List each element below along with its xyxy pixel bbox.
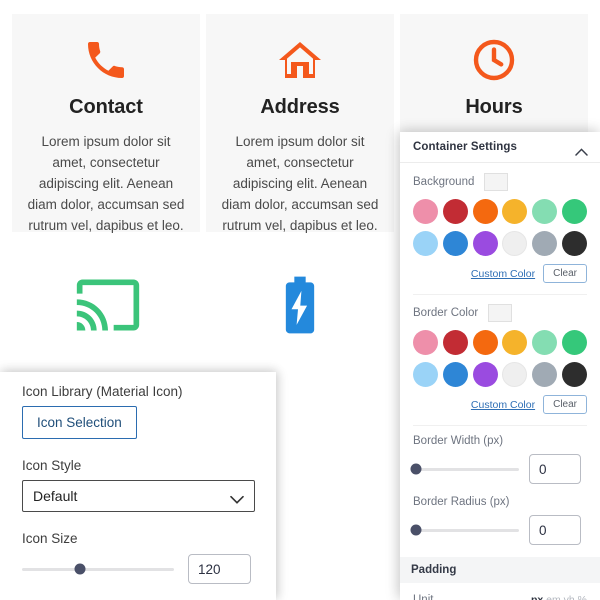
icon-library-label: Icon Library (Material Icon) <box>22 384 183 399</box>
background-swatch-3[interactable] <box>502 199 528 224</box>
icon-style-label: Icon Style <box>22 458 82 473</box>
card-title: Hours <box>465 96 523 118</box>
padding-unit-row: Unit px em vh % <box>413 594 587 600</box>
border-radius-label: Border Radius (px) <box>413 496 510 508</box>
border-color-swatch-7[interactable] <box>442 362 468 387</box>
icon-size-label: Icon Size <box>22 531 78 546</box>
background-swatch-4[interactable] <box>531 199 557 224</box>
border-color-swatch-9[interactable] <box>502 362 528 387</box>
border-width-slider[interactable] <box>410 461 519 477</box>
divider <box>413 294 587 295</box>
info-card-address[interactable]: Address Lorem ipsum dolor sit amet, cons… <box>206 14 394 233</box>
chevron-down-icon <box>230 492 244 504</box>
unit-option-active[interactable]: px <box>531 594 543 600</box>
unit-label: Unit <box>413 594 434 600</box>
unit-options-inactive[interactable]: em vh % <box>546 594 587 600</box>
border-color-label: Border Color <box>413 307 479 319</box>
border-color-swatch-2[interactable] <box>472 330 498 355</box>
border-color-swatch-8[interactable] <box>472 362 498 387</box>
border-width-input[interactable]: 0 <box>529 454 581 484</box>
border-radius-row: 0 <box>410 515 587 545</box>
background-actions: Custom Color Clear <box>413 264 587 283</box>
border-color-swatch-1[interactable] <box>442 330 468 355</box>
cast-icon <box>74 271 142 339</box>
background-swatch-grid[interactable] <box>413 199 587 256</box>
border-color-field-header: Border Color <box>413 304 587 322</box>
border-color-swatch-11[interactable] <box>561 362 587 387</box>
icon-settings-panel: Icon Library (Material Icon) Icon Select… <box>0 372 276 600</box>
background-swatch-0[interactable] <box>413 199 439 224</box>
container-settings-header[interactable]: Container Settings <box>400 132 600 163</box>
divider <box>413 425 587 426</box>
border-width-field: Border Width (px) 0 <box>410 435 587 484</box>
icon-slot-battery[interactable] <box>204 271 396 339</box>
border-color-swatch-4[interactable] <box>531 330 557 355</box>
border-color-custom-color-link[interactable]: Custom Color <box>471 399 535 411</box>
slider-thumb[interactable] <box>74 563 86 575</box>
icon-style-value: Default <box>33 488 78 504</box>
background-swatch-2[interactable] <box>472 199 498 224</box>
slider-thumb[interactable] <box>410 463 422 475</box>
background-swatch-6[interactable] <box>413 231 439 256</box>
background-swatch-11[interactable] <box>561 231 587 256</box>
border-color-swatch-0[interactable] <box>413 330 439 355</box>
background-swatch-5[interactable] <box>561 199 587 224</box>
border-color-swatch-grid[interactable] <box>413 330 587 387</box>
card-body: Lorem ipsum dolor sit amet, consectetur … <box>221 134 379 233</box>
background-clear-button[interactable]: Clear <box>543 264 587 283</box>
container-settings-panel: Container Settings Background Custom Col… <box>400 132 600 600</box>
background-swatch-8[interactable] <box>472 231 498 256</box>
border-color-swatch-6[interactable] <box>413 362 439 387</box>
border-color-actions: Custom Color Clear <box>413 395 587 414</box>
background-swatch-10[interactable] <box>531 231 557 256</box>
background-swatch-9[interactable] <box>502 231 528 256</box>
border-color-preview[interactable] <box>488 304 513 322</box>
card-title: Contact <box>69 96 143 118</box>
border-color-clear-button[interactable]: Clear <box>543 395 587 414</box>
border-width-row: 0 <box>410 454 587 484</box>
border-radius-field: Border Radius (px) 0 <box>410 496 587 545</box>
slider-track <box>22 567 174 571</box>
border-radius-slider[interactable] <box>410 522 519 538</box>
slider-thumb[interactable] <box>410 524 422 536</box>
slider-track <box>413 528 519 532</box>
unit-options[interactable]: px em vh % <box>531 594 587 600</box>
border-width-label: Border Width (px) <box>413 435 504 447</box>
border-radius-input[interactable]: 0 <box>529 515 581 545</box>
background-custom-color-link[interactable]: Custom Color <box>471 268 535 280</box>
phone-icon <box>82 36 130 84</box>
home-icon <box>276 36 324 84</box>
icon-size-input[interactable]: 120 <box>188 554 251 584</box>
container-settings-body: Background Custom Color Clear Border Col… <box>400 163 600 600</box>
icon-selection-button[interactable]: Icon Selection <box>22 406 137 439</box>
background-swatch-7[interactable] <box>442 231 468 256</box>
padding-section-title: Padding <box>400 557 600 583</box>
icon-size-slider[interactable] <box>22 561 174 577</box>
background-label: Background <box>413 176 475 188</box>
icon-slot-cast[interactable] <box>12 271 204 339</box>
info-card-contact[interactable]: Contact Lorem ipsum dolor sit amet, cons… <box>12 14 200 233</box>
background-color-preview[interactable] <box>484 173 509 191</box>
icon-size-row: 120 <box>22 554 258 584</box>
chevron-up-icon[interactable] <box>575 143 588 156</box>
slider-track <box>413 467 519 471</box>
background-swatch-1[interactable] <box>442 199 468 224</box>
border-color-swatch-3[interactable] <box>502 330 528 355</box>
panel-title: Container Settings <box>413 141 518 153</box>
battery-charging-icon <box>266 271 334 339</box>
border-color-swatch-10[interactable] <box>531 362 557 387</box>
background-field-header: Background <box>413 173 587 191</box>
icon-style-select[interactable]: Default <box>22 480 255 512</box>
border-color-swatch-5[interactable] <box>561 330 587 355</box>
card-title: Address <box>260 96 340 118</box>
clock-icon <box>470 36 518 84</box>
card-body: Lorem ipsum dolor sit amet, consectetur … <box>27 134 185 233</box>
